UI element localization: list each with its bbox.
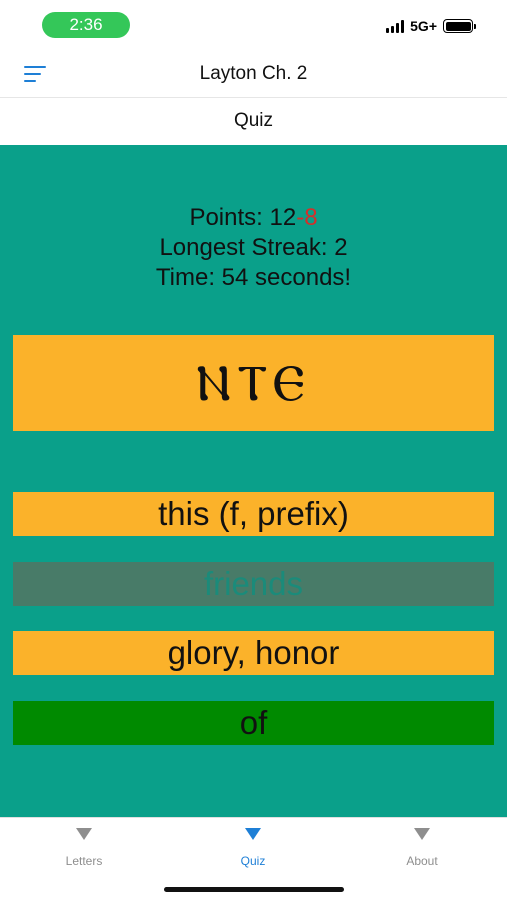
answer-option-3[interactable]: glory, honor <box>13 631 494 675</box>
quiz-area: Points: 12-8 Longest Streak: 2 Time: 54 … <box>0 145 507 817</box>
points-penalty: -8 <box>296 204 318 231</box>
points-value: 12 <box>269 204 297 231</box>
sub-header: Quiz <box>0 98 507 144</box>
tab-about[interactable]: About <box>362 828 482 868</box>
status-time: 2:36 <box>42 12 130 38</box>
status-icons: 5G+ <box>386 18 476 34</box>
network-type: 5G+ <box>410 18 437 34</box>
points-line: Points: 12-8 <box>0 203 507 233</box>
longest-streak: Longest Streak: 2 <box>159 234 348 261</box>
tab-letters[interactable]: Letters <box>24 828 144 868</box>
prompt-word: ⲚⲦⲈ <box>196 353 311 412</box>
answer-option-2[interactable]: friends <box>13 562 494 606</box>
triangle-down-icon <box>414 828 430 840</box>
elapsed-time: Time: 54 seconds! <box>155 264 352 291</box>
page-title: Layton Ch. 2 <box>199 63 308 84</box>
signal-icon <box>386 19 405 33</box>
answer-option-4[interactable]: of <box>13 701 494 745</box>
home-indicator <box>164 887 344 892</box>
tab-quiz[interactable]: Quiz <box>193 828 313 868</box>
quiz-stats: Points: 12-8 Longest Streak: 2 Time: 54 … <box>0 203 507 293</box>
battery-icon <box>443 19 476 33</box>
section-title: Quiz <box>233 110 274 131</box>
tab-label: Quiz <box>240 854 266 868</box>
triangle-down-icon <box>76 828 92 840</box>
tab-bar: Letters Quiz About <box>0 817 507 900</box>
tab-label: Letters <box>65 854 103 868</box>
triangle-down-icon <box>245 828 261 840</box>
points-label: Points: <box>189 204 270 231</box>
status-bar: 2:36 5G+ <box>0 0 507 50</box>
question-prompt: ⲚⲦⲈ <box>13 335 494 431</box>
nav-header: Layton Ch. 2 <box>0 50 507 98</box>
answer-option-1[interactable]: this (f, prefix) <box>13 492 494 536</box>
tab-label: About <box>406 854 438 868</box>
